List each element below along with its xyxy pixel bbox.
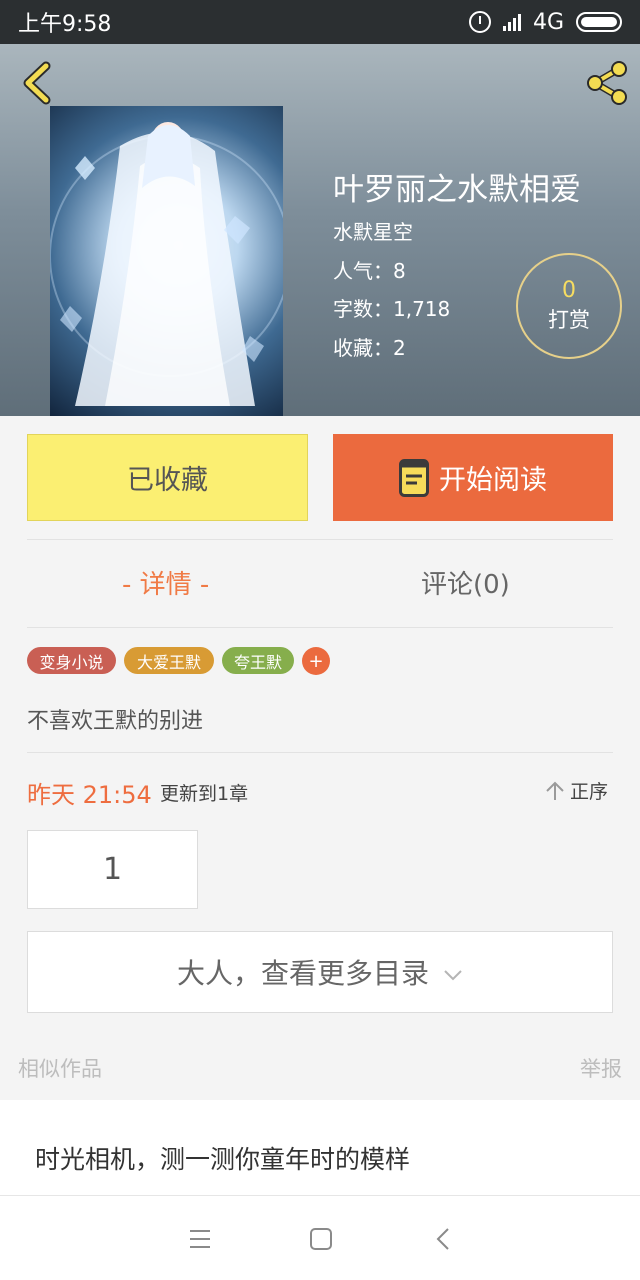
tab-comments[interactable]: 评论(0) (421, 564, 510, 601)
add-tag-button[interactable]: + (302, 647, 330, 675)
divider (27, 627, 613, 628)
sort-order-button[interactable]: 正序 (544, 777, 608, 804)
reward-count: 0 (562, 278, 576, 303)
update-status: 更新到1章 (160, 783, 249, 805)
alarm-icon (468, 11, 491, 33)
status-time: 上午9:58 (18, 12, 112, 37)
tag-item[interactable]: 变身小说 (27, 647, 116, 674)
divider (27, 752, 613, 753)
start-reading-button[interactable]: 开始阅读 (333, 434, 613, 521)
back-button[interactable] (14, 58, 64, 108)
book-title: 叶罗丽之水默相爱 (333, 172, 581, 208)
back-arrow-icon (23, 61, 51, 105)
system-nav-bar (0, 1196, 640, 1280)
reward-button[interactable]: 0 打赏 (516, 253, 622, 359)
share-icon (587, 61, 627, 105)
more-catalog-button[interactable]: 大人，查看更多目录 (27, 931, 613, 1013)
book-icon (399, 458, 429, 497)
status-icons: 4G (468, 9, 622, 35)
similar-works-heading: 相似作品 (18, 1057, 102, 1081)
cover-illustration (50, 122, 283, 406)
book-synopsis: 不喜欢王默的别进 (27, 709, 204, 734)
tag-item[interactable]: 大爱王默 (124, 647, 214, 674)
chevron-down-icon (444, 970, 462, 981)
update-time: 昨天 21:54 (27, 781, 152, 809)
favorite-button-label: 已收藏 (127, 465, 208, 496)
menu-icon[interactable] (180, 1220, 220, 1260)
more-catalog-label: 大人，查看更多目录 (176, 957, 429, 990)
book-favorites: 收藏：2 (333, 336, 406, 360)
network-label: 4G (532, 9, 564, 35)
start-reading-label: 开始阅读 (439, 465, 547, 496)
book-header: 叶罗丽之水默相爱 水默星空 人气：8 字数：1,718 收藏：2 0 打赏 (0, 44, 640, 416)
reward-label: 打赏 (548, 308, 590, 332)
report-button[interactable]: 举报 (580, 1053, 622, 1083)
book-author[interactable]: 水默星空 (333, 216, 413, 245)
status-bar: 上午9:58 4G (0, 0, 640, 44)
sort-order-label: 正序 (570, 781, 609, 803)
divider (27, 539, 613, 540)
back-icon[interactable] (424, 1220, 464, 1260)
home-icon[interactable] (301, 1220, 341, 1260)
arrow-up-icon (546, 781, 564, 800)
similar-work-title: 时光相机，测一测你童年时的模样 (35, 1145, 411, 1174)
book-word-count: 字数：1,718 (333, 297, 451, 321)
similar-work-item[interactable]: 时光相机，测一测你童年时的模样 (0, 1100, 640, 1196)
tab-details[interactable]: - 详情 - (122, 564, 209, 601)
battery-icon (576, 12, 622, 32)
chapter-item[interactable]: 1 (27, 830, 198, 909)
signal-icon (502, 13, 521, 31)
tag-item[interactable]: 夸王默 (222, 647, 294, 674)
share-button[interactable] (582, 58, 632, 108)
favorite-button[interactable]: 已收藏 (27, 434, 308, 521)
book-popularity: 人气：8 (333, 259, 406, 283)
chapter-number: 1 (102, 852, 123, 887)
book-cover[interactable] (50, 106, 283, 416)
